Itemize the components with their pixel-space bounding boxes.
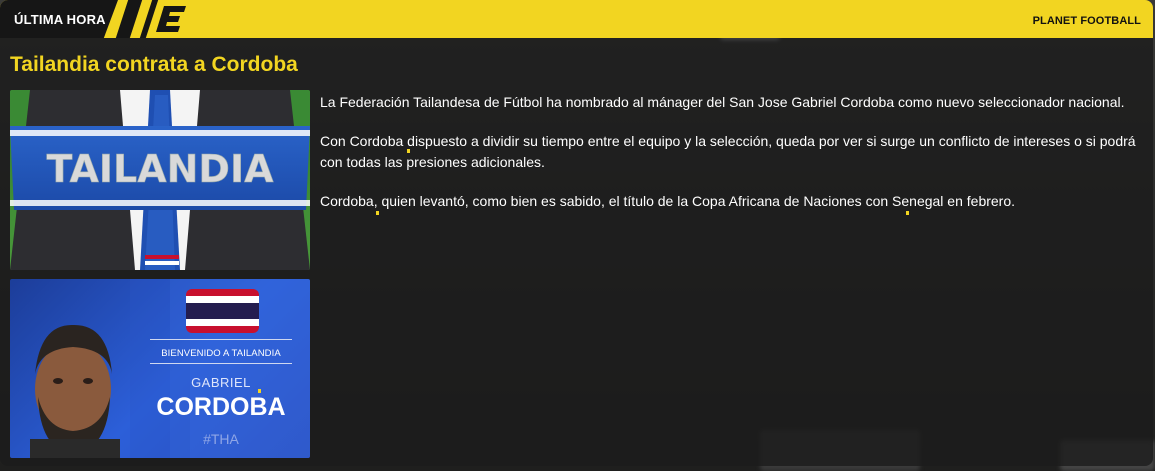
- welcome-hashtag: #THA: [203, 431, 239, 447]
- article-title: Tailandia contrata a Cordoba: [10, 53, 298, 76]
- text-marker: [376, 211, 379, 215]
- scarf-text: TAILANDIA: [46, 147, 274, 191]
- scarf-image: TAILANDIA: [10, 90, 310, 270]
- source-label: PLANET FOOTBALL: [1032, 15, 1141, 27]
- article-paragraph: La Federación Tailandesa de Fútbol ha no…: [320, 94, 1125, 110]
- breaking-news-label: ÚLTIMA HORA: [14, 12, 106, 27]
- article-body: La Federación Tailandesa de Fútbol ha no…: [320, 92, 1142, 230]
- article-paragraph: Con Cordoba dispuesto a dividir su tiemp…: [320, 133, 1136, 170]
- brand-logo-icon: [156, 6, 186, 32]
- text-marker: [906, 211, 909, 215]
- news-frame: ÚLTIMA HORA PLANET FOOTBALL Tailandia co…: [0, 0, 1153, 466]
- welcome-last-name: CORDOBA: [156, 393, 286, 421]
- welcome-card: BIENVENIDO A TAILANDIA GABRIEL CORDOBA #…: [10, 279, 310, 458]
- divider: [150, 363, 292, 364]
- stripe-decoration: [115, 0, 143, 38]
- welcome-caption: BIENVENIDO A TAILANDIA: [161, 348, 281, 359]
- text-marker: [258, 389, 261, 393]
- article-paragraph: Cordoba, quien levantó, como bien es sab…: [320, 193, 1016, 209]
- header-bar: ÚLTIMA HORA PLANET FOOTBALL: [0, 0, 1153, 38]
- breaking-news-tag: ÚLTIMA HORA: [0, 0, 118, 38]
- welcome-first-name: GABRIEL: [191, 375, 251, 390]
- text-marker: [407, 149, 410, 153]
- divider: [150, 339, 292, 340]
- thailand-flag-icon: [186, 289, 259, 333]
